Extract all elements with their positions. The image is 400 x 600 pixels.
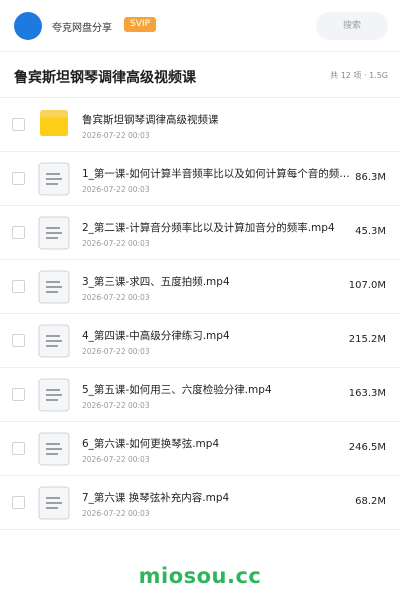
row-checkbox[interactable] — [12, 388, 25, 401]
row-checkbox[interactable] — [12, 118, 25, 131]
file-name[interactable]: 1_第一课-如何计算半音频率比以及如何计算每个音的频率.mp4 — [82, 166, 354, 181]
file-size: 45.3M — [355, 226, 386, 237]
file-date: 2026-07-22 00:03 — [82, 239, 150, 248]
search-button[interactable]: 搜索 — [316, 12, 388, 40]
file-name[interactable]: 6_第六课-如何更换琴弦.mp4 — [82, 436, 354, 451]
file-date: 2026-07-22 00:03 — [82, 131, 150, 140]
file-size: 86.3M — [355, 172, 386, 183]
file-date: 2026-07-22 00:03 — [82, 455, 150, 464]
file-row[interactable]: 3_第三课-求四、五度拍频.mp4 2026-07-22 00:03 107.0M — [0, 260, 400, 314]
file-name[interactable]: 3_第三课-求四、五度拍频.mp4 — [82, 274, 354, 289]
file-name[interactable]: 5_第五课-如何用三、六度检验分律.mp4 — [82, 382, 354, 397]
file-name[interactable]: 7_第六课 换琴弦补充内容.mp4 — [82, 490, 354, 505]
file-row[interactable]: 4_第四课-中高级分律练习.mp4 2026-07-22 00:03 215.2M — [0, 314, 400, 368]
top-bar: 夸克网盘分享 SVIP 搜索 — [0, 0, 400, 52]
watermark-text: miosou.cc — [138, 564, 262, 588]
file-date: 2026-07-22 00:03 — [82, 347, 150, 356]
file-row[interactable]: 7_第六课 换琴弦补充内容.mp4 2026-07-22 00:03 68.2M — [0, 476, 400, 530]
document-icon — [38, 486, 70, 520]
file-name[interactable]: 4_第四课-中高级分律练习.mp4 — [82, 328, 354, 343]
row-checkbox[interactable] — [12, 442, 25, 455]
svip-badge: SVIP — [124, 17, 156, 32]
document-icon — [38, 162, 70, 196]
row-checkbox[interactable] — [12, 280, 25, 293]
file-date: 2026-07-22 00:03 — [82, 509, 150, 518]
file-row[interactable]: 5_第五课-如何用三、六度检验分律.mp4 2026-07-22 00:03 163… — [0, 368, 400, 422]
file-row[interactable]: 2_第二课-计算音分频率比以及计算加音分的频率.mp4 2026-07-22 00… — [0, 206, 400, 260]
folder-meta: 共 12 项 · 1.5G — [330, 71, 388, 80]
folder-icon — [38, 108, 70, 142]
row-checkbox[interactable] — [12, 172, 25, 185]
row-checkbox[interactable] — [12, 334, 25, 347]
file-name[interactable]: 2_第二课-计算音分频率比以及计算加音分的频率.mp4 — [82, 220, 354, 235]
document-icon — [38, 324, 70, 358]
document-icon — [38, 432, 70, 466]
row-checkbox[interactable] — [12, 496, 25, 509]
file-size: 246.5M — [348, 442, 386, 453]
file-size: 107.0M — [348, 280, 386, 291]
row-checkbox[interactable] — [12, 226, 25, 239]
page-title: 鲁宾斯坦钢琴调律高级视频课 — [14, 70, 196, 86]
file-list: 鲁宾斯坦钢琴调律高级视频课 2026-07-22 00:03 1_第一课-如何计算半… — [0, 98, 400, 530]
document-icon — [38, 270, 70, 304]
file-name[interactable]: 鲁宾斯坦钢琴调律高级视频课 — [82, 112, 352, 127]
folder-row[interactable]: 鲁宾斯坦钢琴调律高级视频课 2026-07-22 00:03 — [0, 98, 400, 152]
folder-header: 鲁宾斯坦钢琴调律高级视频课 共 12 项 · 1.5G — [0, 52, 400, 98]
document-icon — [38, 378, 70, 412]
file-date: 2026-07-22 00:03 — [82, 293, 150, 302]
file-size: 163.3M — [348, 388, 386, 399]
document-icon — [38, 216, 70, 250]
file-row[interactable]: 6_第六课-如何更换琴弦.mp4 2026-07-22 00:03 246.5M — [0, 422, 400, 476]
file-row[interactable]: 1_第一课-如何计算半音频率比以及如何计算每个音的频率.mp4 2026-07-2… — [0, 152, 400, 206]
file-date: 2026-07-22 00:03 — [82, 401, 150, 410]
file-size: 68.2M — [355, 496, 386, 507]
file-date: 2026-07-22 00:03 — [82, 185, 150, 194]
sharer-name: 夸克网盘分享 — [52, 23, 112, 34]
avatar[interactable] — [14, 12, 42, 40]
file-size: 215.2M — [348, 334, 386, 345]
